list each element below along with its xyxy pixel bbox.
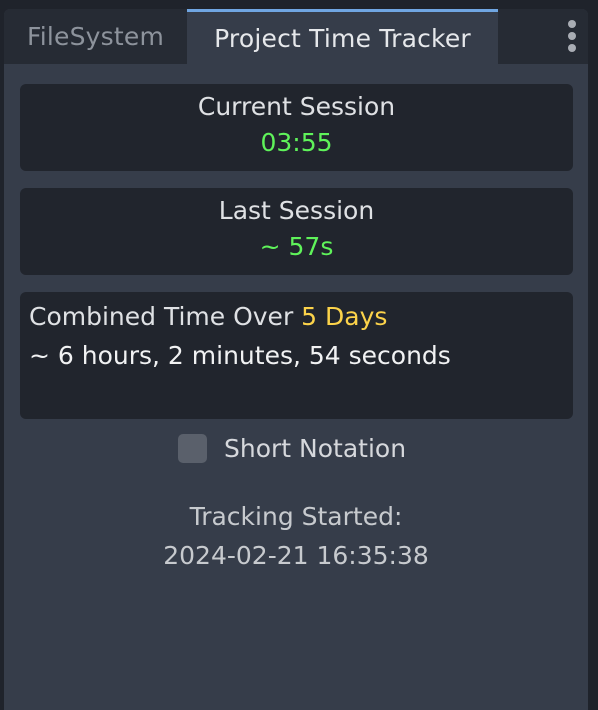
combined-time-panel: Combined Time Over 5 Days ~ 6 hours, 2 m… <box>20 292 573 419</box>
combined-time-heading: Combined Time Over 5 Days <box>29 302 387 331</box>
tab-filesystem[interactable]: FileSystem <box>4 9 187 64</box>
short-notation-label: Short Notation <box>224 433 407 463</box>
last-session-label: Last Session <box>218 196 375 225</box>
combined-duration: ~ 6 hours, 2 minutes, 54 seconds <box>29 341 451 370</box>
last-session-panel: Last Session ~ 57s <box>20 188 573 275</box>
tab-project-time-tracker[interactable]: Project Time Tracker <box>187 9 498 64</box>
current-session-panel: Current Session 03:55 <box>20 84 573 171</box>
combined-time-prefix: Combined Time Over <box>29 302 302 331</box>
current-session-value: 03:55 <box>260 128 333 157</box>
time-tracker-dock: FileSystem Project Time Tracker Current … <box>4 9 588 710</box>
current-session-label: Current Session <box>197 92 396 121</box>
tracking-started-label: Tracking Started: <box>189 502 403 531</box>
tracking-started-date: 2024-02-21 16:35:38 <box>163 541 429 570</box>
tab-bar: FileSystem Project Time Tracker <box>4 9 588 64</box>
combined-days: 5 Days <box>301 302 388 331</box>
short-notation-checkbox[interactable] <box>178 433 207 463</box>
kebab-menu-icon[interactable] <box>564 18 580 56</box>
short-notation-toggle[interactable]: Short Notation <box>178 432 406 464</box>
last-session-value: ~ 57s <box>259 232 334 261</box>
